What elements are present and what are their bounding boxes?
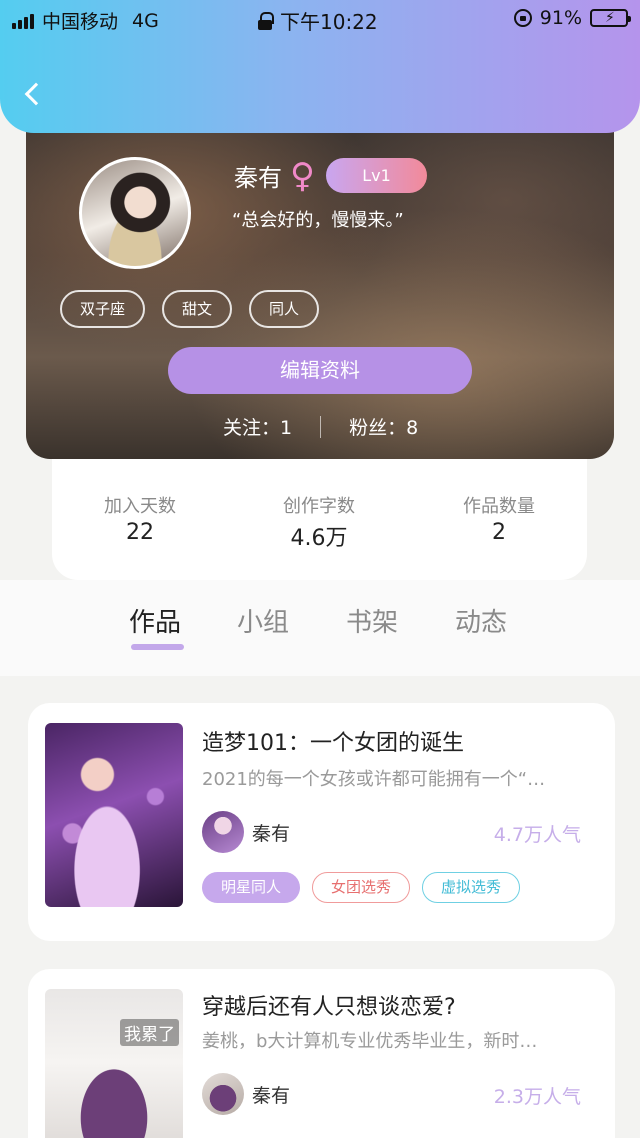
stat-label: 加入天数 bbox=[104, 496, 176, 517]
top-header: 中国移动 4G 下午10:22 91% ⚡ bbox=[0, 0, 640, 133]
work-card[interactable]: 我累了 穿越后还有人只想谈恋爱? 姜桃，b大计算机专业优秀毕业生，新时… 秦有 … bbox=[28, 969, 615, 1138]
status-bar: 中国移动 4G 下午10:22 91% ⚡ bbox=[0, 0, 640, 36]
author-name: 秦有 bbox=[252, 822, 291, 845]
back-chevron-icon[interactable] bbox=[22, 82, 46, 106]
tab-groups[interactable]: 小组 bbox=[237, 602, 289, 639]
work-title[interactable]: 造梦101：一个女团的诞生 bbox=[202, 725, 464, 757]
work-cover-image[interactable]: 我累了 bbox=[45, 989, 183, 1138]
work-description: 2021的每一个女孩或许都可能拥有一个“… bbox=[202, 769, 546, 790]
followers-count[interactable]: 粉丝：8 bbox=[349, 413, 418, 440]
tag-genre[interactable]: 甜文 bbox=[162, 290, 233, 328]
stat-value: 22 bbox=[126, 520, 154, 545]
follow-stats: 关注：1 粉丝：8 bbox=[223, 413, 418, 440]
stat-works-count: 作品数量 2 bbox=[419, 492, 579, 545]
stat-value: 4.6万 bbox=[290, 526, 348, 551]
stat-join-days: 加入天数 22 bbox=[60, 492, 220, 545]
profile-card: 秦有 ♀ Lv1 “总会好的，慢慢来。” 双子座 甜文 同人 编辑资料 关注：1… bbox=[26, 120, 614, 459]
works-list: 造梦101：一个女团的诞生 2021的每一个女孩或许都可能拥有一个“… 秦有 4… bbox=[0, 676, 640, 1138]
stat-label: 作品数量 bbox=[463, 496, 535, 517]
clock: 下午10:22 bbox=[280, 10, 378, 34]
work-title[interactable]: 穿越后还有人只想谈恋爱? bbox=[202, 989, 456, 1021]
edit-profile-button[interactable]: 编辑资料 bbox=[168, 347, 472, 394]
tag-category[interactable]: 同人 bbox=[249, 290, 320, 328]
tag-zodiac[interactable]: 双子座 bbox=[60, 290, 146, 328]
author-avatar bbox=[202, 811, 244, 853]
following-count[interactable]: 关注：1 bbox=[223, 413, 292, 440]
tag-celebrity-fanfic[interactable]: 明星同人 bbox=[202, 872, 301, 903]
carrier-label: 中国移动 bbox=[42, 11, 119, 33]
stat-word-count: 创作字数 4.6万 bbox=[239, 492, 399, 552]
work-tags: 明星同人 女团选秀 虚拟选秀 bbox=[202, 872, 521, 903]
tab-works[interactable]: 作品 bbox=[129, 602, 181, 639]
work-author[interactable]: 秦有 bbox=[202, 1073, 290, 1115]
lock-icon bbox=[258, 11, 274, 30]
author-name: 秦有 bbox=[252, 1084, 291, 1107]
rotation-lock-icon bbox=[513, 9, 532, 27]
popularity-count: 2.3万人气 bbox=[493, 1086, 581, 1108]
cover-sticker-text: 我累了 bbox=[120, 1019, 179, 1046]
divider bbox=[320, 415, 322, 438]
content-tabs: 作品 小组 书架 动态 bbox=[0, 580, 640, 676]
tab-activity[interactable]: 动态 bbox=[455, 602, 507, 639]
work-cover-image[interactable] bbox=[45, 723, 183, 907]
stat-label: 创作字数 bbox=[283, 496, 355, 517]
work-author[interactable]: 秦有 bbox=[202, 811, 290, 853]
work-card[interactable]: 造梦101：一个女团的诞生 2021的每一个女孩或许都可能拥有一个“… 秦有 4… bbox=[28, 703, 615, 941]
profile-name: 秦有 bbox=[234, 164, 282, 192]
battery-percent: 91% bbox=[539, 7, 582, 29]
work-description: 姜桃，b大计算机专业优秀毕业生，新时… bbox=[202, 1031, 538, 1052]
profile-name-row: 秦有 ♀ bbox=[234, 158, 315, 193]
tag-virtual-audition[interactable]: 虚拟选秀 bbox=[422, 872, 521, 903]
avatar[interactable] bbox=[79, 157, 191, 269]
signal-icon bbox=[12, 13, 34, 29]
tab-bookshelf[interactable]: 书架 bbox=[346, 602, 398, 639]
stats-panel: 加入天数 22 创作字数 4.6万 作品数量 2 bbox=[52, 440, 587, 580]
network-label: 4G bbox=[132, 9, 159, 32]
battery-icon: ⚡ bbox=[590, 9, 631, 27]
level-badge: Lv1 bbox=[326, 158, 427, 193]
popularity-count: 4.7万人气 bbox=[493, 824, 581, 846]
signature-text: “总会好的，慢慢来。” bbox=[232, 210, 404, 231]
profile-tags: 双子座 甜文 同人 bbox=[60, 290, 320, 328]
active-tab-indicator bbox=[131, 644, 184, 650]
female-icon: ♀ bbox=[290, 155, 315, 196]
stat-value: 2 bbox=[492, 520, 506, 545]
tag-girl-group-audition[interactable]: 女团选秀 bbox=[312, 872, 411, 903]
author-avatar bbox=[202, 1073, 244, 1115]
